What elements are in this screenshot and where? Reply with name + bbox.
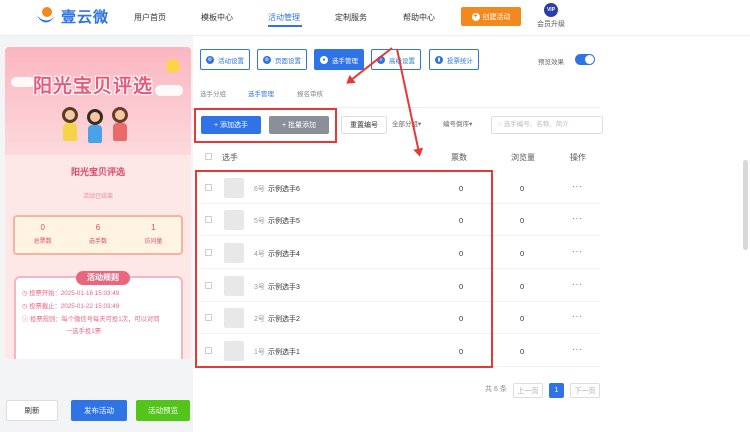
rule-vote-cont: 一选手投1票 [66,328,101,335]
nav-templates[interactable]: 模板中心 [201,12,233,23]
vip-badge-icon: VIP [544,3,558,17]
search-input[interactable]: ○ 选手编号、名称、简介 [491,116,603,134]
logo-icon [35,5,57,27]
sun-icon [166,59,180,73]
subtab-groups[interactable]: 选手分组 [200,88,226,98]
more-icon[interactable]: ··· [572,247,583,256]
tab-activity-settings[interactable]: ⚙ 活动设置 [200,49,250,70]
cloud-decoration [155,85,183,96]
more-icon[interactable]: ··· [572,345,583,354]
phone-preview: 阳光宝贝评选 阳光宝贝评选 活动已结束 0 总票数 6 选手数 1 访问量 活动… [5,47,191,359]
tab-vote-statistics[interactable]: ▮ 投票统计 [429,49,479,70]
select-all-checkbox[interactable] [205,153,212,160]
reset-number-button[interactable]: 重置编号 [341,116,387,134]
refresh-button[interactable]: 刷新 [6,400,58,421]
preview-toggle-label: 预览效果 [538,59,564,66]
activity-status: 活动已结束 [82,194,113,200]
rule-end: ◷ 投票截止：2025-01-22 15:03:49 [22,303,120,310]
more-icon[interactable]: ··· [572,214,583,223]
preview-title: 阳光宝贝评选 [70,167,125,177]
chart-icon: ▮ [435,55,443,64]
chevron-down-icon: ▾ [469,121,473,128]
subtab-contestants[interactable]: 选手管理 [248,88,274,98]
upgrade-label: 会员升级 [537,21,565,28]
create-activity-label: 创建活动 [482,13,511,21]
stats-panel: 0 总票数 6 选手数 1 访问量 [13,215,183,255]
vip-upgrade[interactable]: VIP 会员升级 [536,3,566,29]
pagination-total: 共 6 条 [485,386,507,393]
rule-vote: ⓘ 投票规则：每个微信号每天可投1次，可以对同 [22,316,160,323]
nav-home[interactable]: 用户首页 [134,12,166,23]
header-actions: 操作 [570,153,586,162]
stat-visits: 1 访问量 [144,223,163,245]
preview-activity-button[interactable]: 活动预览 [136,400,190,421]
top-bar: 壹云微 用户首页 模板中心 活动管理 定制服务 帮助中心 + 创建活动 VIP … [0,0,750,36]
header-votes: 票数 [451,153,467,162]
create-activity-button[interactable]: + 创建活动 [461,7,521,26]
tab-contestant-management[interactable]: ● 选手管理 [314,49,364,70]
brand-name: 壹云微 [61,8,110,26]
subtab-review[interactable]: 报名审核 [297,88,323,98]
main-panel: ⚙ 活动设置 ⚙ 页面设置 ● 选手管理 ≡ 高级设置 ▮ 投票统计 预览效果 选手分组 … [193,36,750,432]
rules-title: 活动规则 [76,271,130,285]
page-1-button[interactable]: 1 [549,383,564,398]
plus-icon: + [471,12,480,21]
more-icon[interactable]: ··· [572,280,583,289]
publish-button[interactable]: 发布活动 [71,400,127,421]
nav-custom[interactable]: 定制服务 [335,12,367,23]
tab-page-settings[interactable]: ⚙ 页面设置 [257,49,307,70]
gear-icon: ⚙ [206,55,214,64]
scrollbar[interactable] [743,160,748,250]
add-contestant-button[interactable]: + 添加选手 [201,116,261,134]
chevron-down-icon: ▾ [418,121,422,128]
rules-card: 活动规则 ◷ 投票开始：2025-01-16 15:03:49 ◷ 投票截止：2… [14,271,183,359]
header-contestant: 选手 [222,153,238,162]
cloud-decoration [11,77,35,87]
logo[interactable]: 壹云微 [35,5,109,27]
more-icon[interactable]: ··· [572,182,583,191]
nav-activity[interactable]: 活动管理 [268,12,300,23]
prev-page-button[interactable]: 上一页 [513,383,543,398]
more-icon[interactable]: ··· [572,312,583,321]
next-page-button[interactable]: 下一页 [570,383,600,398]
stat-total-votes: 0 总票数 [33,223,52,245]
preview-toggle[interactable] [575,54,595,65]
preview-banner: 阳光宝贝评选 [5,47,191,155]
rule-start: ◷ 投票开始：2025-01-16 15:03:49 [22,290,120,297]
group-filter[interactable]: 全部分组▾ [392,118,421,128]
highlight-box-rows [195,170,493,368]
settings-icon: ⚙ [263,55,271,64]
batch-add-button[interactable]: + 批量添加 [269,116,329,134]
header-views: 浏览量 [511,153,535,162]
nav-help[interactable]: 帮助中心 [403,12,435,23]
nav-active-underline [268,25,302,27]
stat-contestants: 6 选手数 [88,223,107,245]
banner-title: 阳光宝贝评选 [33,76,154,97]
sort-select[interactable]: 编号倒序▾ [443,118,472,128]
users-icon: ● [320,55,328,64]
